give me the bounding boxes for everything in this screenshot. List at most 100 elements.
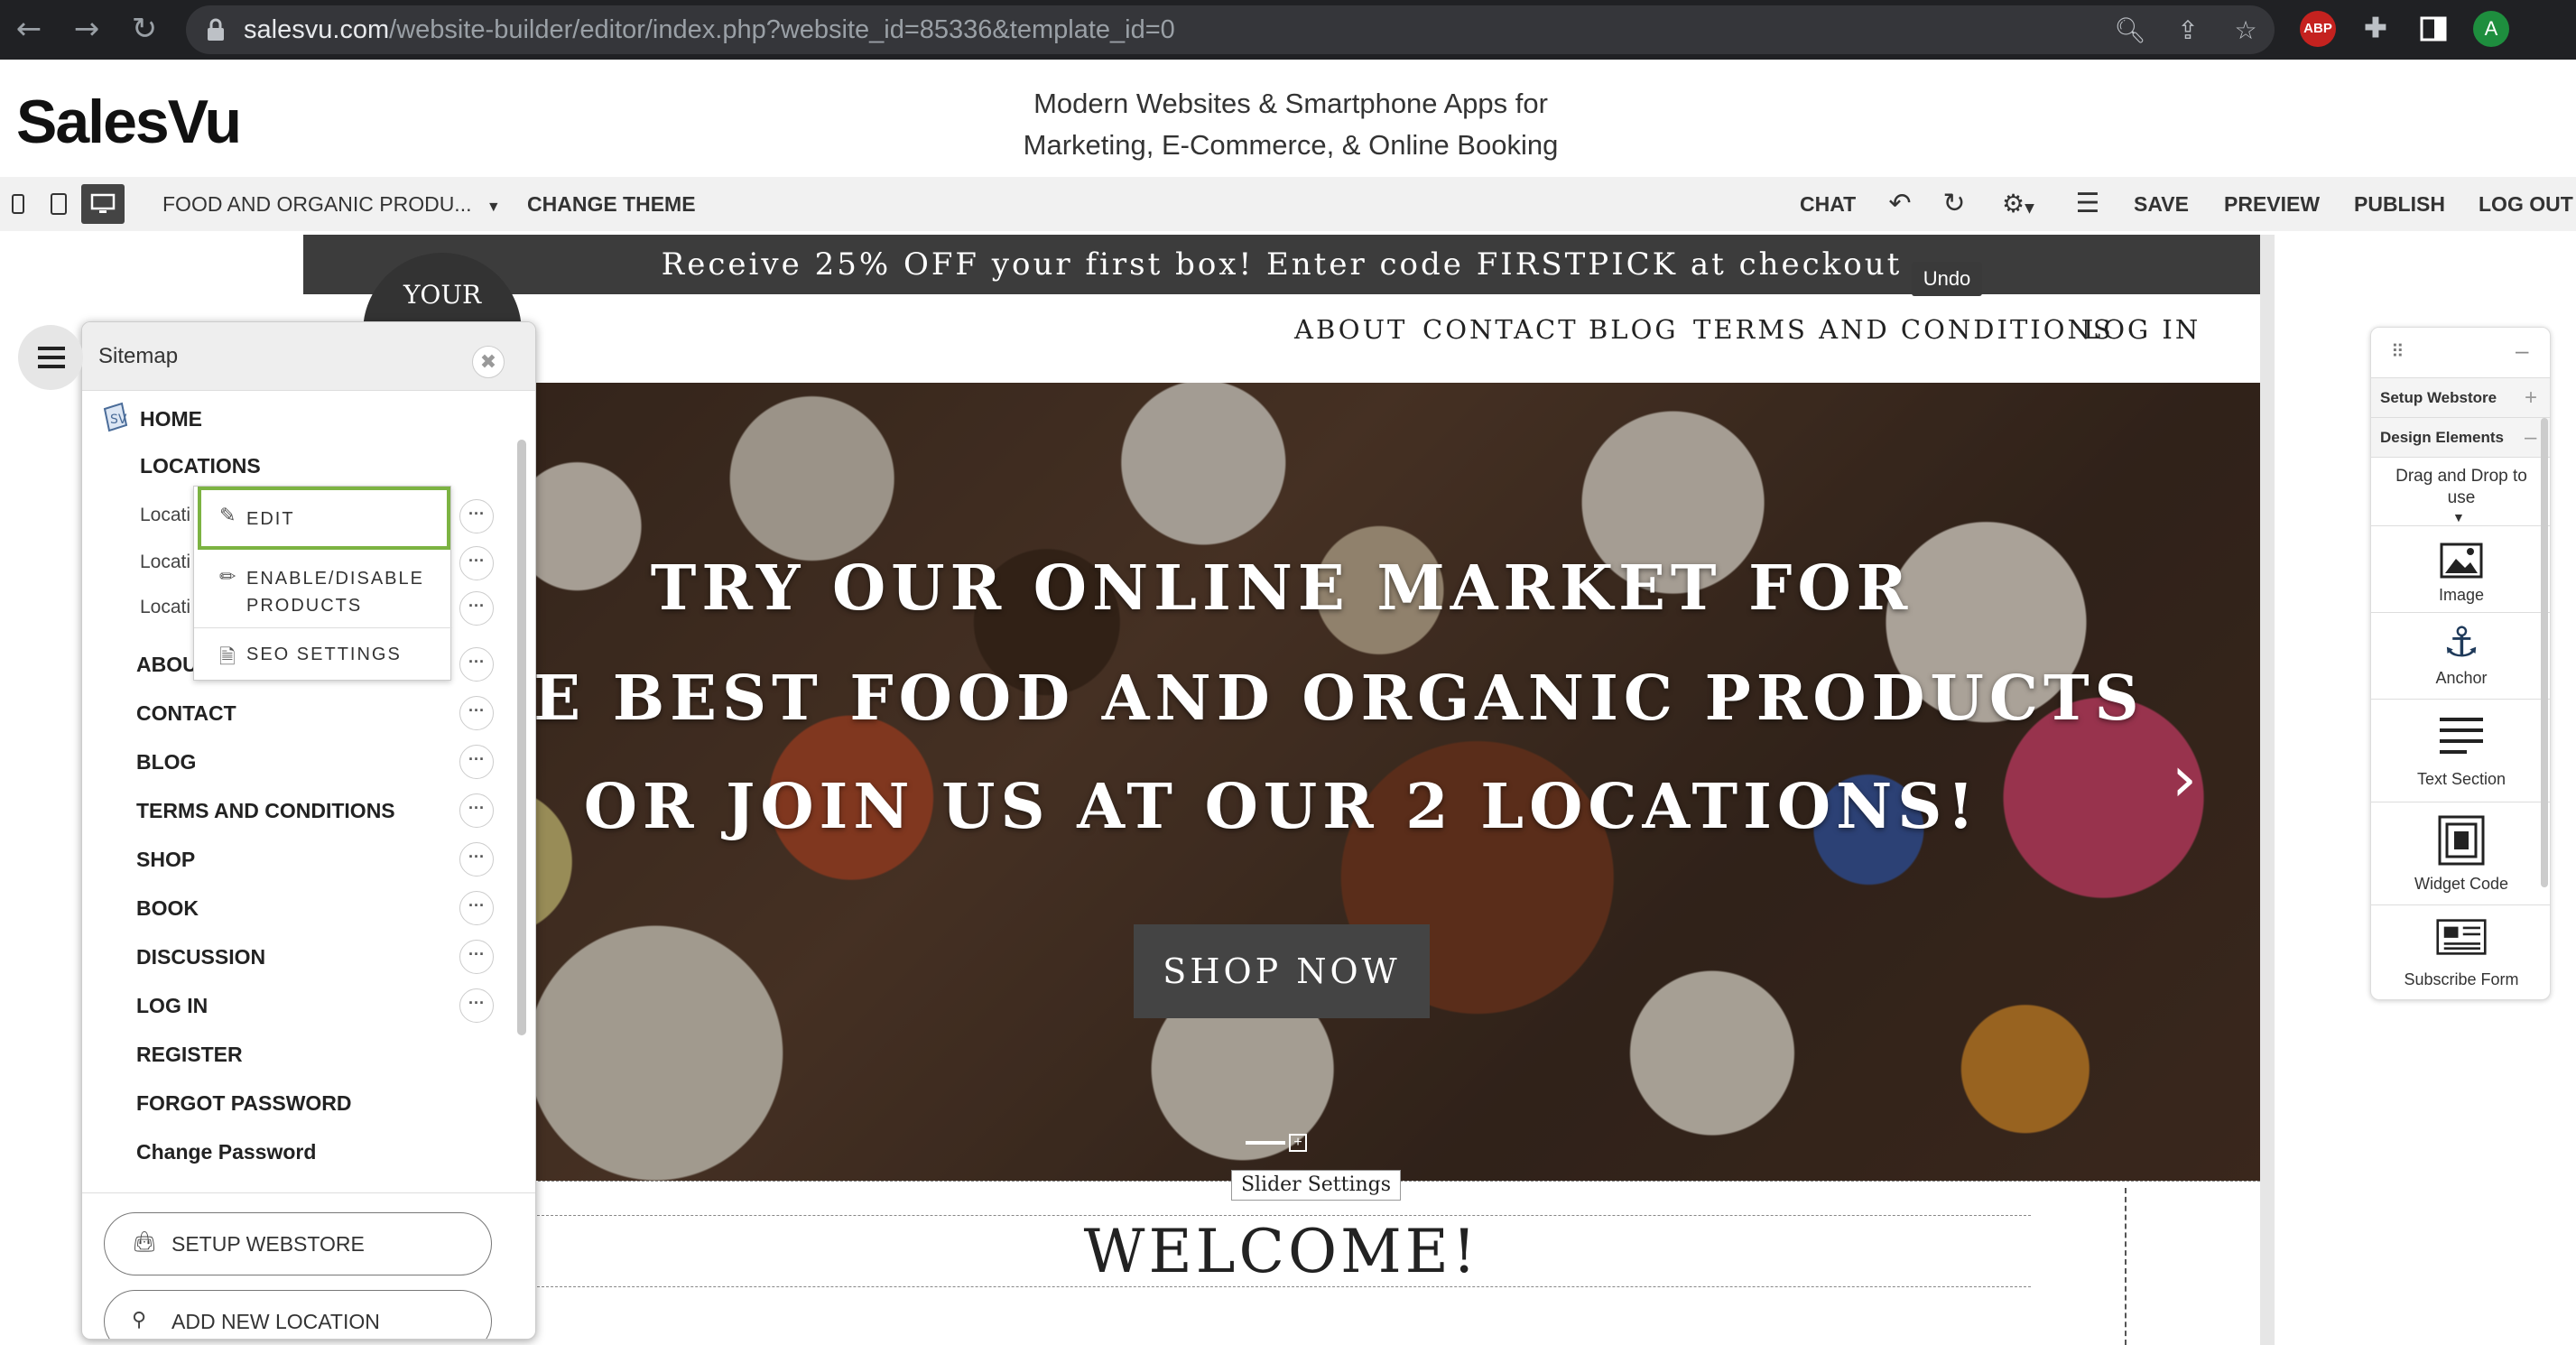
- design-panel-scrollbar[interactable]: [2541, 418, 2548, 887]
- reload-icon[interactable]: ↻: [125, 9, 164, 49]
- expand-plus-icon[interactable]: +: [2525, 378, 2537, 418]
- sidebar-icon[interactable]: [2415, 11, 2451, 47]
- section-guide-line: [2125, 1188, 2127, 1345]
- site-nav-about[interactable]: ABOUT: [1294, 314, 1407, 345]
- widget-code-icon: [2438, 815, 2485, 866]
- minimize-icon[interactable]: –: [2516, 337, 2528, 365]
- design-elements-section[interactable]: Design Elements –: [2371, 418, 2550, 458]
- enable-disable-products-menu-item[interactable]: ✏ ENABLE/DISABLE PRODUCTS: [194, 555, 452, 627]
- more-options-icon[interactable]: ···: [459, 988, 494, 1023]
- bookmark-star-icon[interactable]: ☆: [2229, 14, 2262, 47]
- divider: [82, 1192, 535, 1193]
- settings-gear-icon[interactable]: ⚙▼: [1995, 184, 2042, 224]
- hero-slider[interactable]: TRY OUR ONLINE MARKET FOR THE BEST FOOD …: [303, 383, 2260, 1181]
- more-options-icon[interactable]: ···: [459, 793, 494, 828]
- seo-settings-menu-item[interactable]: 🗎 SEO SETTINGS: [194, 631, 452, 680]
- more-options-icon[interactable]: ···: [459, 745, 494, 779]
- slider-add-icon[interactable]: +: [1289, 1134, 1307, 1152]
- zoom-icon[interactable]: 🔍︎: [2114, 14, 2146, 47]
- share-icon[interactable]: ⇪: [2172, 14, 2204, 47]
- save-button[interactable]: SAVE: [2134, 177, 2189, 231]
- undo-icon[interactable]: ↶: [1886, 184, 1913, 224]
- more-options-icon[interactable]: ···: [459, 499, 494, 533]
- sitemap-item-shop[interactable]: SHOP: [136, 848, 195, 872]
- more-options-icon[interactable]: ···: [459, 591, 494, 626]
- forward-icon[interactable]: →: [67, 9, 107, 49]
- preview-button[interactable]: PREVIEW: [2224, 177, 2320, 231]
- widget-code-element[interactable]: Widget Code: [2371, 802, 2550, 905]
- extensions-puzzle-icon[interactable]: ✚: [2358, 11, 2394, 47]
- shopping-bag-icon: 👜︎: [132, 1231, 157, 1254]
- profile-avatar[interactable]: A: [2473, 11, 2509, 47]
- slider-next-arrow-icon[interactable]: ›: [2172, 747, 2217, 811]
- sitemap-panel: Sitemap ✖ SV HOME LOCATIONS Locati Locat…: [81, 321, 536, 1340]
- drag-grip-icon[interactable]: ⠿: [2391, 340, 2405, 363]
- site-logo-text: YOUR: [403, 280, 482, 310]
- change-theme-button[interactable]: CHANGE THEME: [527, 177, 696, 231]
- adblock-extension-icon[interactable]: ABP: [2300, 11, 2336, 47]
- theme-select[interactable]: FOOD AND ORGANIC PRODU... ▼: [162, 177, 501, 235]
- sitemap-item-book[interactable]: BOOK: [136, 896, 199, 921]
- close-icon[interactable]: ✖: [472, 346, 505, 378]
- sitemap-item-register[interactable]: REGISTER: [136, 1043, 243, 1067]
- logout-button[interactable]: LOG OUT: [2479, 177, 2573, 231]
- more-options-icon[interactable]: ···: [459, 842, 494, 877]
- edit-menu-item[interactable]: ✎ EDIT: [198, 487, 450, 550]
- sitemap-location-1[interactable]: Locati: [140, 505, 190, 526]
- site-nav-terms[interactable]: TERMS AND CONDITIONS: [1693, 314, 2114, 345]
- slider-indicator[interactable]: [1246, 1141, 1285, 1145]
- sitemap-item-discussion[interactable]: DISCUSSION: [136, 945, 265, 969]
- mobile-view-icon[interactable]: [5, 184, 31, 224]
- drag-drop-hint: Drag and Drop to use ▼: [2371, 458, 2550, 526]
- redo-icon[interactable]: ↻: [1941, 184, 1968, 224]
- more-options-icon[interactable]: ···: [459, 940, 494, 974]
- menu-icon[interactable]: ☰: [2072, 184, 2103, 224]
- sitemap-item-login[interactable]: LOG IN: [136, 994, 208, 1018]
- desktop-view-icon[interactable]: [81, 184, 125, 224]
- sitemap-location-3[interactable]: Locati: [140, 597, 190, 618]
- sitemap-toggle-menu-icon[interactable]: [18, 325, 83, 390]
- address-bar[interactable]: salesvu.com/website-builder/editor/index…: [186, 5, 2275, 54]
- chat-button[interactable]: CHAT: [1800, 177, 1856, 231]
- sitemap-item-contact[interactable]: CONTACT: [136, 701, 236, 726]
- more-options-icon[interactable]: ···: [459, 696, 494, 730]
- sitemap-scrollbar[interactable]: [517, 440, 526, 1035]
- site-nav-login[interactable]: LOG IN: [2083, 314, 2201, 345]
- sitemap-item-change-password[interactable]: Change Password: [136, 1140, 316, 1164]
- url-text: salesvu.com/website-builder/editor/index…: [244, 15, 1175, 44]
- collapse-minus-icon[interactable]: –: [2525, 418, 2536, 458]
- setup-webstore-button[interactable]: 👜︎ SETUP WEBSTORE: [104, 1212, 492, 1275]
- tagline-line-2: Marketing, E-Commerce, & Online Booking: [1023, 129, 1559, 161]
- image-element[interactable]: Image: [2371, 526, 2550, 613]
- publish-button[interactable]: PUBLISH: [2354, 177, 2445, 231]
- setup-webstore-section[interactable]: Setup Webstore +: [2371, 378, 2550, 418]
- back-icon[interactable]: ←: [9, 9, 49, 49]
- sitemap-location-2[interactable]: Locati: [140, 552, 190, 573]
- sitemap-item-forgot-password[interactable]: FORGOT PASSWORD: [136, 1091, 352, 1116]
- sitemap-item-locations[interactable]: LOCATIONS: [140, 454, 261, 478]
- products-label: PRODUCTS: [246, 596, 363, 616]
- shop-now-button[interactable]: SHOP NOW: [1134, 924, 1430, 1018]
- add-new-location-button[interactable]: ⚲ ADD NEW LOCATION: [104, 1290, 492, 1339]
- anchor-element[interactable]: ⚓ Anchor: [2371, 613, 2550, 700]
- svg-text:SV: SV: [110, 413, 127, 427]
- sitemap-item-blog[interactable]: BLOG: [136, 750, 196, 775]
- more-options-icon[interactable]: ···: [459, 647, 494, 682]
- setup-webstore-label: SETUP WEBSTORE: [171, 1232, 365, 1256]
- tablet-view-icon[interactable]: [45, 184, 72, 224]
- sitemap-item-home[interactable]: HOME: [140, 407, 202, 431]
- site-nav-contact[interactable]: CONTACT: [1422, 314, 1579, 345]
- divider: [194, 627, 452, 628]
- more-options-icon[interactable]: ···: [459, 891, 494, 925]
- slider-settings-button[interactable]: Slider Settings: [1231, 1170, 1401, 1201]
- site-nav-blog[interactable]: BLOG: [1589, 314, 1679, 345]
- subscribe-form-icon: [2436, 919, 2487, 955]
- canvas-scrollbar[interactable]: [2260, 235, 2275, 1345]
- undo-tooltip: Undo: [1912, 262, 1982, 296]
- welcome-heading[interactable]: WELCOME!: [533, 1215, 2031, 1287]
- more-options-icon[interactable]: ···: [459, 546, 494, 580]
- sitemap-header: Sitemap ✖: [82, 322, 535, 391]
- text-section-element[interactable]: Text Section: [2371, 700, 2550, 802]
- subscribe-form-element[interactable]: Subscribe Form: [2371, 905, 2550, 999]
- sitemap-item-terms[interactable]: TERMS AND CONDITIONS: [136, 799, 395, 823]
